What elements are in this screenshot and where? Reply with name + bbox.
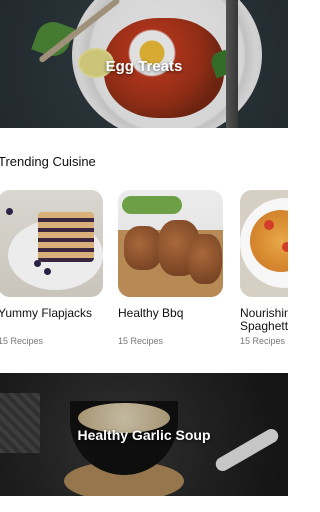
cuisine-card-bbq[interactable]: Healthy Bbq 15 Recipes: [118, 190, 223, 346]
card-recipe-count: 15 Recipes: [118, 336, 164, 346]
bbq-image: [118, 190, 223, 297]
trending-cuisine-list[interactable]: Yummy Flapjacks 15 Recipes Healthy Bbq 1…: [0, 190, 288, 360]
hero-title: Egg Treats: [105, 58, 183, 75]
banner-garlic-soup[interactable]: Healthy Garlic Soup: [0, 373, 288, 496]
banner-title: Healthy Garlic Soup: [77, 427, 211, 443]
card-name: Healthy Bbq: [118, 306, 184, 320]
spaghetti-image: [240, 190, 288, 297]
flapjacks-image: [0, 190, 103, 297]
cuisine-card-flapjacks[interactable]: Yummy Flapjacks 15 Recipes: [0, 190, 103, 346]
cuisine-card-spaghetti[interactable]: Nourishing Spaghetti 15 Recipes: [240, 190, 288, 346]
card-name: Nourishing Spaghetti: [240, 306, 288, 333]
card-recipe-count: 15 Recipes: [240, 336, 286, 346]
hero-banner-egg-treats[interactable]: Egg Treats: [0, 0, 288, 128]
card-name: Yummy Flapjacks: [0, 306, 93, 320]
card-recipe-count: 15 Recipes: [0, 336, 44, 346]
trending-section-title: Trending Cuisine: [0, 154, 96, 169]
